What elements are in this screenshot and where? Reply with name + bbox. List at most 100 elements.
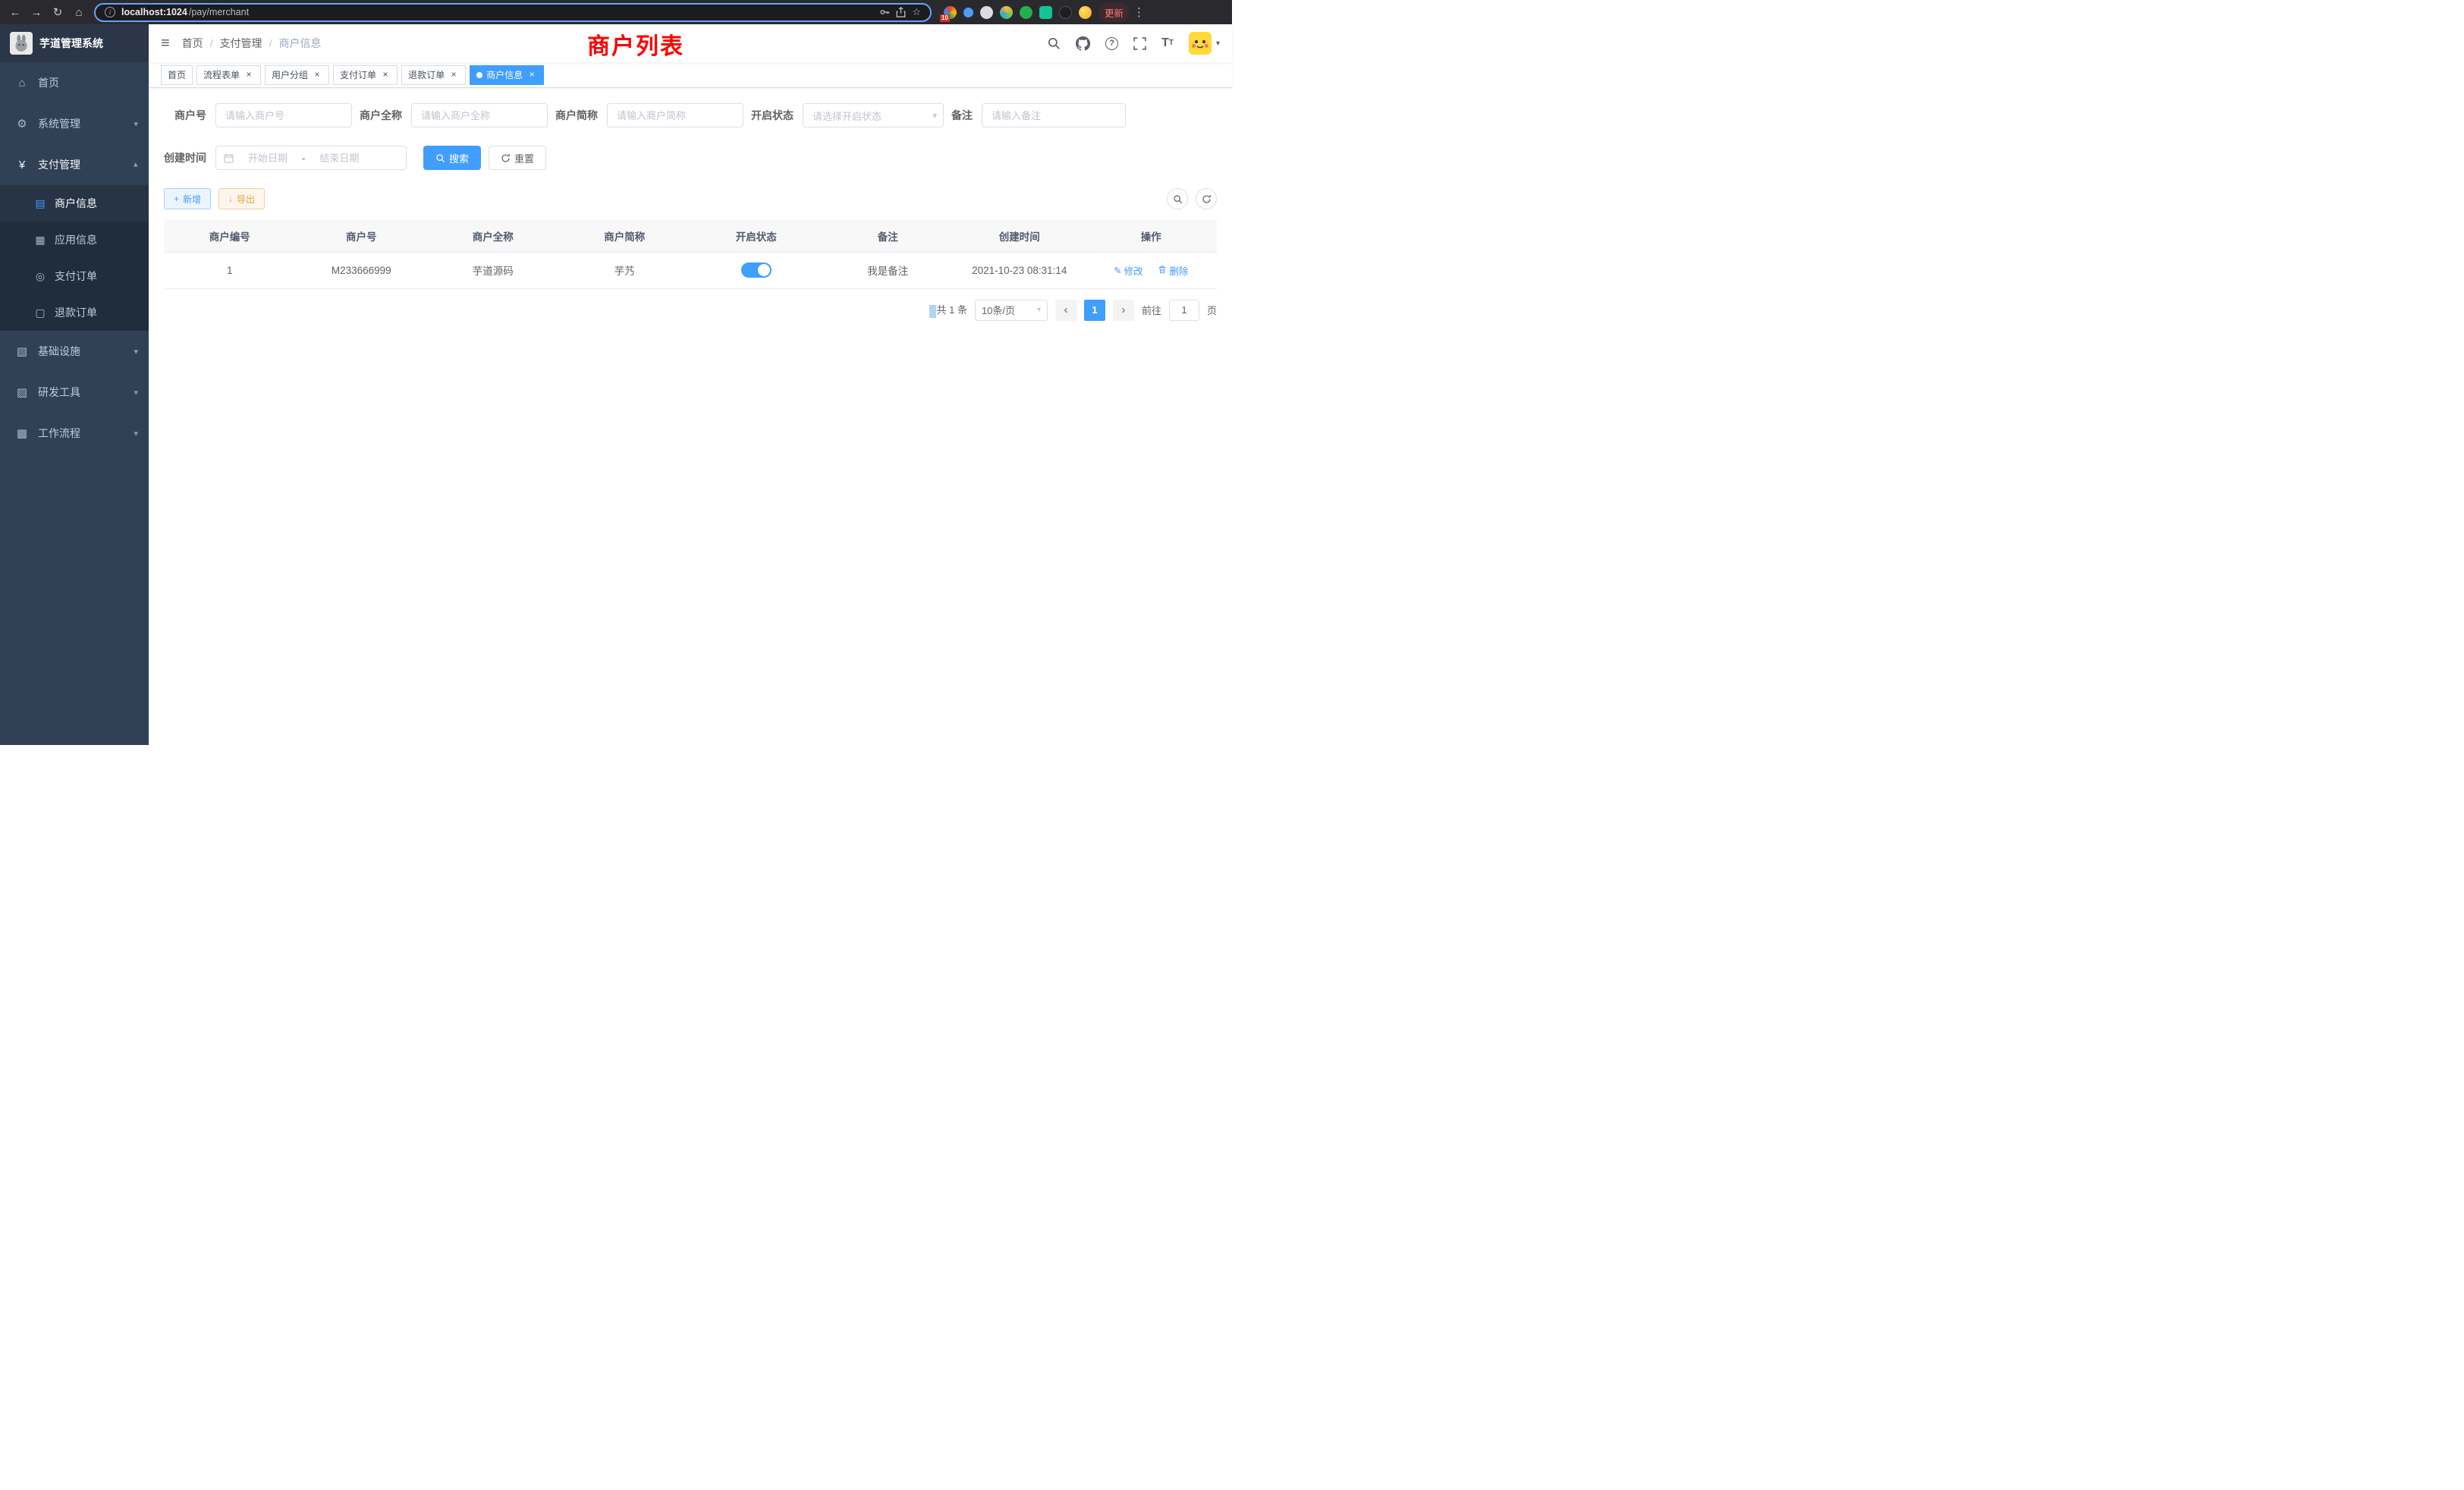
sidebar-item-merchant-info[interactable]: ▤ 商户信息: [0, 185, 149, 222]
tab-process-form[interactable]: 流程表单 ×: [196, 65, 261, 85]
merchant-name-input[interactable]: [411, 103, 548, 127]
tab-home[interactable]: 首页: [161, 65, 193, 85]
goto-page-input[interactable]: [1169, 300, 1199, 321]
chevron-down-icon: ▾: [134, 388, 138, 398]
sidebar-item-system[interactable]: ⚙ 系统管理 ▾: [0, 103, 149, 144]
user-avatar-menu[interactable]: ▾: [1189, 32, 1220, 55]
end-date-input[interactable]: [310, 152, 369, 164]
address-bar[interactable]: i localhost:1024 /pay/merchant ☆: [94, 3, 932, 22]
tab-user-group[interactable]: 用户分组 ×: [265, 65, 329, 85]
font-size-icon[interactable]: TT: [1161, 37, 1174, 49]
date-range-picker[interactable]: -: [215, 146, 407, 170]
page-size-select[interactable]: 10条/页 ▾: [975, 300, 1048, 321]
close-icon[interactable]: ×: [244, 70, 254, 80]
sidebar-item-payment[interactable]: ¥ 支付管理 ▾: [0, 144, 149, 185]
tab-label: 支付订单: [340, 68, 376, 81]
toggle-search-button[interactable]: [1167, 188, 1188, 209]
extension-icon-6[interactable]: [1039, 6, 1052, 19]
search-button[interactable]: 搜索: [423, 146, 481, 170]
close-icon[interactable]: ×: [380, 70, 391, 80]
browser-chrome: ← → ↻ ⌂ i localhost:1024 /pay/merchant ☆…: [0, 0, 1232, 24]
filter-merchant-no: 商户号: [164, 103, 352, 127]
merchant-short-name-input[interactable]: [607, 103, 743, 127]
extension-icon-8[interactable]: [1079, 6, 1092, 19]
close-icon[interactable]: ×: [312, 70, 322, 80]
target-icon: ◎: [33, 270, 47, 283]
breadcrumb-item-home[interactable]: 首页: [182, 36, 203, 51]
sidebar-item-label: 应用信息: [55, 232, 97, 247]
bookmark-star-icon[interactable]: ☆: [912, 6, 921, 18]
sidebar-item-app-info[interactable]: ▦ 应用信息: [0, 222, 149, 258]
cell-status: [690, 252, 822, 288]
sidebar-item-workflow[interactable]: ▩ 工作流程 ▾: [0, 413, 149, 454]
current-page-button[interactable]: 1: [1084, 300, 1105, 321]
sidebar-logo[interactable]: 芋道管理系统: [0, 24, 149, 62]
tab-pay-orders[interactable]: 支付订单 ×: [333, 65, 398, 85]
refresh-button[interactable]: [1196, 188, 1217, 209]
close-icon[interactable]: ×: [526, 70, 537, 80]
filter-merchant-short-name: 商户简称: [555, 103, 743, 127]
fullscreen-icon[interactable]: [1133, 37, 1146, 50]
add-button[interactable]: + 新增: [164, 188, 211, 209]
close-icon[interactable]: ×: [448, 70, 459, 80]
browser-reload-button[interactable]: ↻: [47, 2, 68, 23]
password-key-icon[interactable]: [879, 7, 890, 17]
status-toggle[interactable]: [741, 262, 772, 278]
merchant-no-label: 商户号: [164, 108, 215, 123]
extension-icon-5[interactable]: [1020, 6, 1032, 19]
breadcrumb-item-payment[interactable]: 支付管理: [220, 36, 262, 51]
help-icon[interactable]: ?: [1105, 37, 1118, 50]
browser-menu-icon[interactable]: ⋮: [1129, 5, 1149, 19]
browser-forward-button[interactable]: →: [26, 2, 47, 23]
export-button[interactable]: ↓ 导出: [218, 188, 265, 209]
sidebar-item-label: 首页: [38, 75, 59, 90]
sidebar-menu: ⌂ 首页 ⚙ 系统管理 ▾ ¥ 支付管理 ▾ ▤ 商户信息 ▦ 应用: [0, 62, 149, 745]
reset-button[interactable]: 重置: [489, 146, 546, 170]
font-size-big: T: [1161, 37, 1169, 49]
share-icon[interactable]: [896, 7, 906, 17]
filter-create-time: 创建时间 -: [164, 146, 407, 170]
cell-short-name: 芋艿: [559, 252, 691, 288]
trash-icon: [1158, 265, 1167, 276]
tab-label: 退款订单: [408, 68, 445, 81]
top-navbar: ≡ 首页 / 支付管理 / 商户信息 商户列表: [149, 24, 1232, 62]
extension-icon-3[interactable]: [980, 6, 993, 19]
sidebar-item-refund-orders[interactable]: ▢ 退款订单: [0, 294, 149, 331]
prev-page-button[interactable]: ‹: [1055, 300, 1076, 321]
cell-remark: 我是备注: [822, 252, 954, 288]
browser-back-button[interactable]: ←: [5, 2, 26, 23]
extension-icon-4[interactable]: [1000, 6, 1013, 19]
next-page-button[interactable]: ›: [1113, 300, 1134, 321]
hamburger-icon[interactable]: ≡: [161, 35, 170, 52]
status-select[interactable]: 请选择开启状态: [803, 103, 944, 127]
infrastructure-icon: ▧: [15, 344, 29, 358]
sidebar-item-infrastructure[interactable]: ▧ 基础设施 ▾: [0, 331, 149, 372]
gear-icon: ⚙: [15, 117, 29, 130]
sidebar-item-home[interactable]: ⌂ 首页: [0, 62, 149, 103]
extension-icon-2[interactable]: [963, 8, 973, 17]
browser-home-button[interactable]: ⌂: [68, 2, 90, 23]
remark-input[interactable]: [982, 103, 1126, 127]
merchant-no-input[interactable]: [215, 103, 352, 127]
search-icon[interactable]: [1047, 36, 1061, 50]
yen-icon: ¥: [15, 159, 29, 171]
browser-update-button[interactable]: 更新: [1099, 3, 1129, 22]
plus-icon: +: [174, 193, 179, 204]
github-icon[interactable]: [1076, 36, 1090, 51]
extension-icon-7[interactable]: [1059, 6, 1072, 19]
delete-link-label: 删除: [1169, 263, 1188, 278]
tab-merchant-info[interactable]: 商户信息 ×: [470, 65, 544, 85]
start-date-input[interactable]: [238, 152, 297, 164]
pagination-total: 共 1 条: [937, 304, 967, 316]
edit-link[interactable]: ✎ 修改: [1114, 263, 1143, 278]
sidebar-item-pay-orders[interactable]: ◎ 支付订单: [0, 258, 149, 294]
tab-refund-orders[interactable]: 退款订单 ×: [401, 65, 466, 85]
pagination: 共 1 条 10条/页 ▾ ‹ 1 › 前往 页: [164, 300, 1217, 321]
extension-icon-1[interactable]: 10: [944, 6, 957, 19]
breadcrumb-separator: /: [269, 37, 272, 49]
site-info-icon[interactable]: i: [105, 7, 115, 17]
sidebar-item-dev-tools[interactable]: ▨ 研发工具 ▾: [0, 372, 149, 413]
avatar: [1189, 32, 1212, 55]
delete-link[interactable]: 删除: [1158, 263, 1188, 278]
document-icon: ▢: [33, 306, 47, 319]
